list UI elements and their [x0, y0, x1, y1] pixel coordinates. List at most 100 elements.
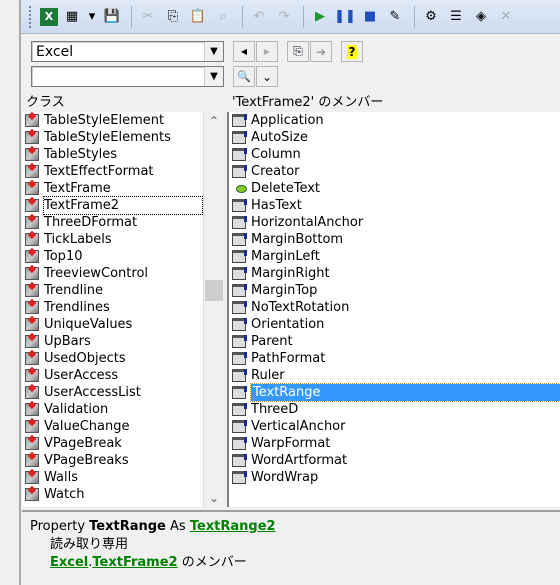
member-item[interactable]: MarginLeft: [229, 248, 560, 265]
redo-icon[interactable]: ↷: [273, 6, 295, 28]
member-item[interactable]: HasText: [229, 197, 560, 214]
property-icon: [232, 148, 247, 161]
class-item[interactable]: TextFrame: [22, 180, 203, 197]
class-item[interactable]: Validation: [22, 401, 203, 418]
property-icon: [232, 335, 247, 348]
forward-button[interactable]: ▶: [256, 41, 278, 62]
member-item[interactable]: DeleteText: [229, 180, 560, 197]
class-item[interactable]: TreeviewControl: [22, 265, 203, 282]
run-icon[interactable]: ▶: [309, 6, 331, 28]
member-item[interactable]: MarginBottom: [229, 231, 560, 248]
scroll-thumb[interactable]: [205, 280, 223, 301]
scroll-down-icon[interactable]: ⌄: [204, 491, 224, 505]
save-icon[interactable]: 💾: [101, 6, 123, 28]
member-item[interactable]: Parent: [229, 333, 560, 350]
class-label: Walls: [44, 470, 78, 485]
member-item[interactable]: TextRange: [229, 383, 560, 402]
copy-to-clipboard-button[interactable]: ⎘: [287, 41, 309, 62]
member-item[interactable]: MarginRight: [229, 265, 560, 282]
member-item[interactable]: ThreeD: [229, 401, 560, 418]
class-item[interactable]: UserAccessList: [22, 384, 203, 401]
class-icon: [25, 352, 39, 365]
library-combo[interactable]: Excel ▼: [31, 41, 224, 62]
class-item[interactable]: TableStyleElements: [22, 129, 203, 146]
help-button[interactable]: ?: [341, 41, 363, 62]
member-item[interactable]: NoTextRotation: [229, 299, 560, 316]
design-mode-icon[interactable]: ✎: [384, 6, 406, 28]
member-item[interactable]: HorizontalAnchor: [229, 214, 560, 231]
class-item[interactable]: TableStyleElement: [22, 112, 203, 129]
chevron-down-icon[interactable]: ▼: [204, 67, 223, 86]
class-item[interactable]: Walls: [22, 469, 203, 486]
toolbox-icon[interactable]: ✕: [495, 6, 517, 28]
class-item[interactable]: VPageBreaks: [22, 452, 203, 469]
class-label: TickLabels: [44, 232, 112, 247]
view-definition-button[interactable]: ➔: [310, 41, 332, 62]
search-button[interactable]: 🔍: [233, 66, 255, 87]
classes-scrollbar[interactable]: ⌃ ⌄: [204, 112, 224, 507]
member-item[interactable]: PathFormat: [229, 350, 560, 367]
class-item[interactable]: TableStyles: [22, 146, 203, 163]
back-button[interactable]: ◀: [233, 41, 255, 62]
member-item[interactable]: WarpFormat: [229, 435, 560, 452]
chevron-down-icon[interactable]: ▼: [204, 42, 223, 61]
member-item[interactable]: Application: [229, 112, 560, 129]
scroll-up-icon[interactable]: ⌃: [204, 114, 224, 128]
class-item[interactable]: Trendline: [22, 282, 203, 299]
class-item[interactable]: TextEffectFormat: [22, 163, 203, 180]
search-combo[interactable]: ▼: [31, 66, 224, 87]
member-item[interactable]: WordArtformat: [229, 452, 560, 469]
member-label: VerticalAnchor: [251, 419, 346, 434]
classes-list[interactable]: TableStyleElement TableStyleElements Table…: [22, 112, 204, 507]
member-item[interactable]: MarginTop: [229, 282, 560, 299]
member-item[interactable]: VerticalAnchor: [229, 418, 560, 435]
member-item[interactable]: Column: [229, 146, 560, 163]
member-item[interactable]: WordWrap: [229, 469, 560, 486]
class-item[interactable]: TickLabels: [22, 231, 203, 248]
class-item[interactable]: ThreeDFormat: [22, 214, 203, 231]
property-icon: [232, 114, 247, 127]
member-label: Orientation: [251, 317, 325, 332]
excel-icon[interactable]: X: [40, 7, 58, 26]
class-label: Trendline: [44, 283, 104, 298]
detail-readonly: 読み取り専用: [50, 537, 129, 552]
stop-icon[interactable]: ■: [359, 6, 381, 28]
class-icon: [25, 420, 39, 433]
pause-icon[interactable]: ❚❚: [334, 6, 356, 28]
object-browser-icon[interactable]: ◈: [470, 6, 492, 28]
class-item[interactable]: ValueChange: [22, 418, 203, 435]
cut-icon[interactable]: ✂: [137, 6, 159, 28]
find-icon[interactable]: ⌕: [212, 6, 234, 28]
members-list[interactable]: Application AutoSize Column Creator DeleteTe…: [227, 112, 560, 507]
dropdown-arrow-icon[interactable]: ▾: [86, 6, 98, 28]
toolbar-grip[interactable]: [29, 5, 32, 28]
undo-icon[interactable]: ↶: [248, 6, 270, 28]
member-item[interactable]: Orientation: [229, 316, 560, 333]
toggle-search-results-button[interactable]: ⌄: [256, 66, 278, 87]
copy-icon[interactable]: ⎘: [162, 6, 184, 28]
insert-userform-icon[interactable]: ▦: [61, 6, 83, 28]
class-label: Top10: [44, 249, 83, 264]
member-item[interactable]: Creator: [229, 163, 560, 180]
class-item[interactable]: Watch: [22, 486, 203, 503]
member-item[interactable]: AutoSize: [229, 129, 560, 146]
detail-library-link[interactable]: Excel: [50, 555, 88, 570]
class-item[interactable]: UsedObjects: [22, 350, 203, 367]
class-item[interactable]: UserAccess: [22, 367, 203, 384]
project-explorer-icon[interactable]: ⚙: [420, 6, 442, 28]
class-item[interactable]: VPageBreak: [22, 435, 203, 452]
member-item[interactable]: Ruler: [229, 367, 560, 384]
standard-toolbar: X ▦ ▾ 💾 ✂ ⎘ 📋 ⌕ ↶ ↷ ▶ ❚❚ ■ ✎ ⚙ ☰ ◈ ✕: [21, 0, 560, 34]
properties-icon[interactable]: ☰: [445, 6, 467, 28]
member-label: MarginLeft: [251, 249, 320, 264]
paste-icon[interactable]: 📋: [187, 6, 209, 28]
class-item[interactable]: UniqueValues: [22, 316, 203, 333]
class-icon: [25, 182, 39, 195]
detail-type-link[interactable]: TextRange2: [190, 519, 276, 534]
detail-class-link[interactable]: TextFrame2: [92, 555, 177, 570]
class-item[interactable]: Top10: [22, 248, 203, 265]
class-item[interactable]: Trendlines: [22, 299, 203, 316]
class-item[interactable]: TextFrame2: [22, 196, 203, 215]
class-item[interactable]: UpBars: [22, 333, 203, 350]
class-label: UserAccess: [44, 368, 119, 383]
